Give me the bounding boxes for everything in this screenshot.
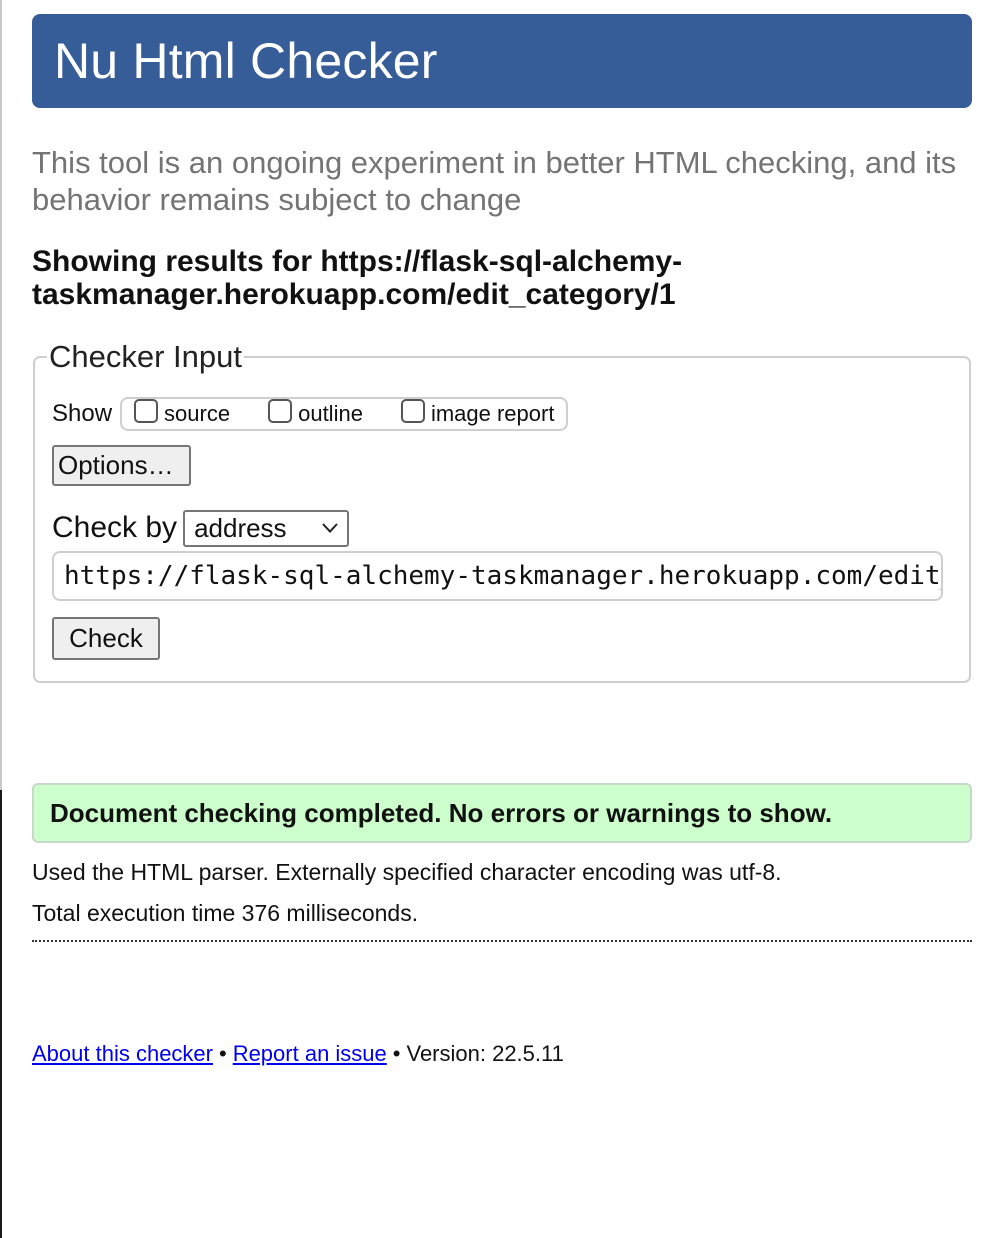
footer: About this checker • Report an issue • Versi… [32, 1041, 564, 1067]
dotted-divider [32, 940, 972, 942]
source-checkbox[interactable] [134, 399, 159, 423]
url-input[interactable]: https://flask-sql-alchemy-taskmanager.he… [52, 551, 943, 601]
show-options-row: Show source outline image report [52, 395, 569, 433]
outline-label: outline [298, 401, 363, 426]
success-message: Document checking completed. No errors o… [32, 783, 972, 843]
outline-checkbox[interactable] [268, 399, 293, 423]
checker-input-legend: Checker Input [49, 339, 242, 374]
show-outline-option[interactable]: outline [268, 399, 363, 427]
check-by-selected-value: address [194, 512, 287, 543]
footer-separator: • [392, 1041, 401, 1066]
execution-time: Total execution time 376 milliseconds. [32, 900, 419, 926]
about-checker-link[interactable]: About this checker [32, 1041, 213, 1066]
show-label: Show [52, 400, 113, 427]
version-text: Version: 22.5.11 [406, 1041, 564, 1066]
check-by-row: Check by address [52, 508, 350, 548]
show-source-option[interactable]: source [134, 399, 231, 427]
source-label: source [164, 401, 231, 426]
chevron-down-icon [322, 523, 338, 533]
show-options-group: source outline image report [120, 397, 569, 431]
check-button[interactable]: Check [52, 617, 160, 660]
url-input-value: https://flask-sql-alchemy-taskmanager.he… [64, 561, 941, 591]
options-button[interactable]: Options… [52, 445, 191, 486]
footer-separator: • [218, 1041, 227, 1066]
results-heading: Showing results for https://flask-sql-al… [32, 245, 683, 311]
page-title: Nu Html Checker [54, 33, 438, 89]
check-by-select[interactable]: address [183, 509, 350, 547]
image-report-checkbox[interactable] [400, 399, 425, 423]
parser-info: Used the HTML parser. Externally specifi… [32, 859, 782, 885]
report-issue-link[interactable]: Report an issue [233, 1041, 387, 1066]
window-left-edge [0, 0, 2, 1238]
tagline: This tool is an ongoing experiment in be… [32, 145, 957, 217]
page-header: Nu Html Checker [32, 14, 972, 108]
check-by-label: Check by [52, 511, 178, 544]
image-report-label: image report [430, 401, 555, 426]
show-image-report-option[interactable]: image report [400, 399, 555, 427]
